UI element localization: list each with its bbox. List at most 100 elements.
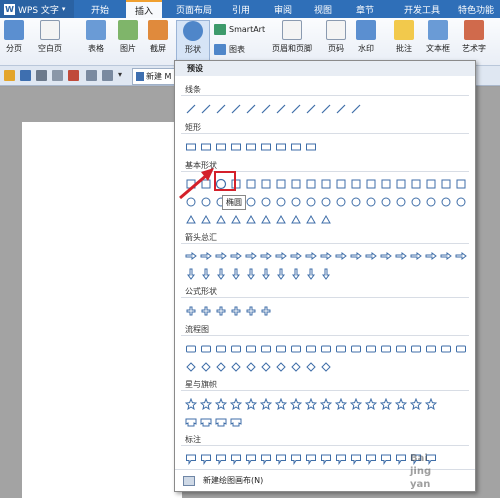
wordart-button[interactable]: 艺术字 bbox=[462, 20, 486, 54]
tab-insert[interactable]: 插入 bbox=[126, 0, 162, 18]
shape-arrow2-icon[interactable] bbox=[290, 268, 302, 280]
shape-basic3-icon[interactable] bbox=[320, 214, 332, 226]
shape-eq-icon[interactable] bbox=[215, 305, 227, 317]
shape-flow-icon[interactable] bbox=[440, 343, 452, 355]
shape-basic2-icon[interactable] bbox=[305, 196, 317, 208]
tab-references[interactable]: 引用 bbox=[226, 0, 256, 18]
shape-basic2-icon[interactable] bbox=[320, 196, 332, 208]
shape-basic3-icon[interactable] bbox=[290, 214, 302, 226]
shape-callout-icon[interactable] bbox=[365, 453, 377, 465]
textbox-button[interactable]: 文本框 bbox=[426, 20, 450, 54]
shape-basic-icon[interactable] bbox=[335, 178, 347, 190]
shape-star-icon[interactable] bbox=[335, 398, 347, 410]
shape-arrow-icon[interactable] bbox=[275, 250, 287, 262]
shape-rect-icon[interactable] bbox=[260, 141, 272, 153]
shape-basic-icon[interactable] bbox=[320, 178, 332, 190]
shape-basic2-icon[interactable] bbox=[440, 196, 452, 208]
shape-line-icon[interactable] bbox=[260, 103, 272, 115]
document-tab[interactable]: 新建 M bbox=[132, 68, 180, 85]
shape-arrow2-icon[interactable] bbox=[245, 268, 257, 280]
shape-basic-icon[interactable] bbox=[365, 178, 377, 190]
shape-flow2-icon[interactable] bbox=[230, 361, 242, 373]
shape-star-icon[interactable] bbox=[305, 398, 317, 410]
shape-basic-icon[interactable] bbox=[440, 178, 452, 190]
picture-button[interactable]: 图片 bbox=[118, 20, 138, 54]
shape-basic-icon[interactable] bbox=[245, 178, 257, 190]
shape-basic2-icon[interactable] bbox=[350, 196, 362, 208]
shape-arrow2-icon[interactable] bbox=[185, 268, 197, 280]
shape-callout-icon[interactable] bbox=[305, 453, 317, 465]
shape-flow-icon[interactable] bbox=[320, 343, 332, 355]
shape-star-icon[interactable] bbox=[290, 398, 302, 410]
shape-star-icon[interactable] bbox=[215, 398, 227, 410]
shape-line-icon[interactable] bbox=[320, 103, 332, 115]
preview-icon[interactable] bbox=[52, 70, 63, 81]
shape-flow-icon[interactable] bbox=[185, 343, 197, 355]
tab-chapter[interactable]: 章节 bbox=[350, 0, 380, 18]
smartart-button[interactable]: SmartArt bbox=[214, 24, 265, 35]
shape-rect-icon[interactable] bbox=[215, 141, 227, 153]
shape-flow-icon[interactable] bbox=[200, 343, 212, 355]
shape-arrow-icon[interactable] bbox=[200, 250, 212, 262]
chart-button[interactable]: 图表 bbox=[214, 44, 245, 55]
shape-callout-icon[interactable] bbox=[290, 453, 302, 465]
redo-icon[interactable] bbox=[102, 70, 113, 81]
table-button[interactable]: 表格 bbox=[86, 20, 106, 54]
shape-flow-icon[interactable] bbox=[260, 343, 272, 355]
app-menu-button[interactable]: W WPS 文字 ▾ bbox=[0, 0, 74, 18]
shape-callout-icon[interactable] bbox=[260, 453, 272, 465]
shape-line-icon[interactable] bbox=[230, 103, 242, 115]
shape-arrow-icon[interactable] bbox=[230, 250, 242, 262]
shape-star2-icon[interactable] bbox=[215, 416, 227, 428]
comment-button[interactable]: 批注 bbox=[394, 20, 414, 54]
shape-basic-icon[interactable] bbox=[380, 178, 392, 190]
shape-flow-icon[interactable] bbox=[290, 343, 302, 355]
shape-line-icon[interactable] bbox=[185, 103, 197, 115]
shape-rect-icon[interactable] bbox=[185, 141, 197, 153]
shape-eq-icon[interactable] bbox=[260, 305, 272, 317]
page-break-button[interactable]: 分页 bbox=[4, 20, 24, 54]
shape-basic-icon[interactable] bbox=[410, 178, 422, 190]
shape-arrow-icon[interactable] bbox=[365, 250, 377, 262]
shape-flow2-icon[interactable] bbox=[275, 361, 287, 373]
shape-callout-icon[interactable] bbox=[200, 453, 212, 465]
shape-line-icon[interactable] bbox=[305, 103, 317, 115]
shape-flow-icon[interactable] bbox=[245, 343, 257, 355]
shape-basic2-icon[interactable] bbox=[290, 196, 302, 208]
shape-star-icon[interactable] bbox=[185, 398, 197, 410]
shape-callout-icon[interactable] bbox=[185, 453, 197, 465]
shape-flow-icon[interactable] bbox=[335, 343, 347, 355]
open-icon[interactable] bbox=[4, 70, 15, 81]
shape-basic-icon[interactable] bbox=[350, 178, 362, 190]
tab-view[interactable]: 视图 bbox=[308, 0, 338, 18]
shape-basic3-icon[interactable] bbox=[215, 214, 227, 226]
shape-basic-icon[interactable] bbox=[290, 178, 302, 190]
shape-rect-icon[interactable] bbox=[290, 141, 302, 153]
shape-basic3-icon[interactable] bbox=[230, 214, 242, 226]
shape-callout-icon[interactable] bbox=[215, 453, 227, 465]
shape-arrow2-icon[interactable] bbox=[260, 268, 272, 280]
shape-flow-icon[interactable] bbox=[215, 343, 227, 355]
shape-arrow2-icon[interactable] bbox=[215, 268, 227, 280]
shape-arrow-icon[interactable] bbox=[395, 250, 407, 262]
document-page[interactable] bbox=[22, 122, 182, 498]
shape-arrow-icon[interactable] bbox=[455, 250, 467, 262]
shape-flow2-icon[interactable] bbox=[185, 361, 197, 373]
shape-eq-icon[interactable] bbox=[245, 305, 257, 317]
shape-basic2-icon[interactable] bbox=[245, 196, 257, 208]
shape-arrow2-icon[interactable] bbox=[305, 268, 317, 280]
shape-basic2-icon[interactable] bbox=[380, 196, 392, 208]
shape-line-icon[interactable] bbox=[350, 103, 362, 115]
shape-flow-icon[interactable] bbox=[275, 343, 287, 355]
shape-flow-icon[interactable] bbox=[410, 343, 422, 355]
screenshot-button[interactable]: 截屏 bbox=[148, 20, 168, 54]
watermark-button[interactable]: 水印 bbox=[356, 20, 376, 54]
shape-basic3-icon[interactable] bbox=[245, 214, 257, 226]
shape-line-icon[interactable] bbox=[215, 103, 227, 115]
shape-basic3-icon[interactable] bbox=[260, 214, 272, 226]
shape-basic-icon[interactable] bbox=[305, 178, 317, 190]
tab-review[interactable]: 审阅 bbox=[268, 0, 298, 18]
shape-flow-icon[interactable] bbox=[395, 343, 407, 355]
shape-basic-icon[interactable] bbox=[275, 178, 287, 190]
shape-basic-icon[interactable] bbox=[185, 178, 197, 190]
